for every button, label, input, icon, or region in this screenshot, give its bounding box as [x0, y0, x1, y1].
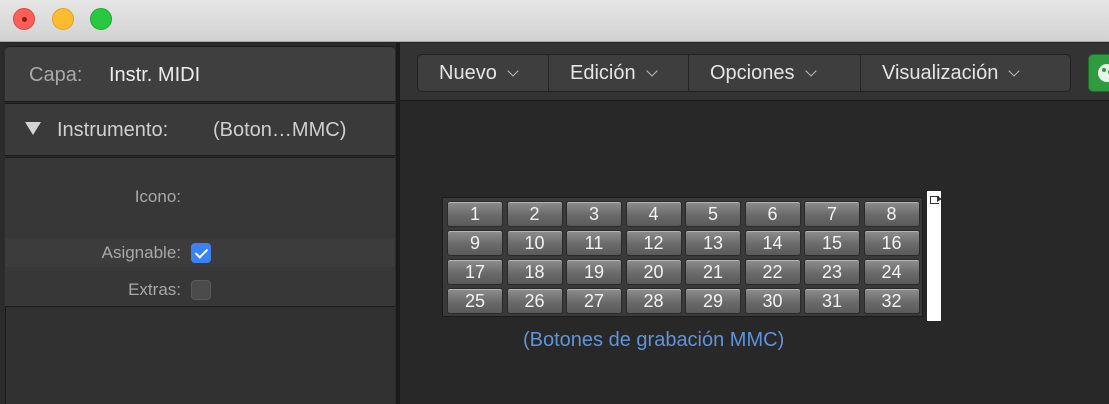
output-port-icon[interactable] — [930, 196, 942, 204]
layer-row[interactable]: Capa: Instr. MIDI — [5, 46, 395, 102]
mmc-track-button[interactable]: 23 — [804, 259, 860, 285]
mmc-track-button[interactable]: 1 — [447, 201, 503, 227]
disclosure-triangle-icon[interactable] — [25, 122, 41, 135]
palette-icon — [1098, 64, 1109, 82]
icon-row: Icono: — [5, 183, 395, 211]
menu-opciones-label: Opciones — [710, 61, 795, 84]
chevron-down-icon — [645, 64, 658, 77]
object-caption: (Botones de grabación MMC) — [523, 329, 785, 351]
mmc-track-button[interactable]: 28 — [625, 288, 682, 314]
menu-nuevo-label: Nuevo — [439, 61, 497, 84]
menu-visualizacion[interactable]: Visualización — [861, 55, 1070, 91]
mmc-track-button[interactable]: 30 — [744, 288, 801, 314]
mmc-track-button[interactable]: 24 — [863, 259, 920, 285]
close-window-button[interactable] — [13, 8, 35, 30]
mmc-track-button[interactable]: 6 — [744, 201, 801, 227]
mmc-track-button[interactable]: 16 — [863, 230, 920, 256]
mmc-track-button[interactable]: 14 — [744, 230, 801, 256]
mmc-track-button[interactable]: 9 — [447, 230, 503, 256]
mmc-track-button[interactable]: 22 — [744, 259, 801, 285]
instrument-header[interactable]: Instrumento: (Boton…MMC) — [5, 103, 395, 156]
environment-canvas[interactable]: 1 2 3 4 5 6 7 8 9 10 11 12 13 14 15 16 17 18 19 20 21 22 23 24 2… — [400, 102, 1109, 404]
mmc-track-button[interactable]: 20 — [625, 259, 682, 285]
menu-edicion[interactable]: Edición — [549, 55, 689, 91]
instrument-value: (Boton…MMC) — [213, 119, 347, 141]
mmc-track-button[interactable]: 17 — [447, 259, 503, 285]
title-bar — [0, 0, 1109, 42]
minimize-window-button[interactable] — [52, 8, 74, 30]
icon-label: Icono: — [134, 187, 181, 206]
mmc-track-button[interactable]: 27 — [566, 288, 622, 314]
assignable-checkbox[interactable] — [191, 243, 211, 263]
mmc-track-button[interactable]: 8 — [863, 201, 920, 227]
object-output-strip — [927, 191, 941, 321]
mmc-track-button[interactable]: 12 — [625, 230, 682, 256]
chevron-down-icon — [804, 64, 817, 77]
mmc-track-button[interactable]: 29 — [685, 288, 741, 314]
environment-toolbar: Nuevo Edición Opciones Visualización — [400, 43, 1109, 101]
inspector-empty-area — [5, 307, 395, 404]
layer-value: Instr. MIDI — [109, 64, 201, 86]
zoom-window-button[interactable] — [90, 8, 112, 30]
mmc-track-button[interactable]: 5 — [685, 201, 741, 227]
menu-visualizacion-label: Visualización — [882, 61, 999, 84]
menu-group: Nuevo Edición Opciones Visualización — [417, 54, 1071, 92]
mmc-track-button[interactable]: 21 — [685, 259, 741, 285]
color-palette-button[interactable] — [1088, 54, 1109, 92]
instrument-parameters: Icono: Asignable: Extras: — [5, 157, 395, 307]
extras-row: Extras: — [5, 276, 395, 304]
mmc-track-button[interactable]: 7 — [804, 201, 860, 227]
mmc-track-button[interactable]: 18 — [506, 259, 563, 285]
menu-edicion-label: Edición — [570, 61, 636, 84]
assignable-row: Asignable: — [5, 239, 395, 267]
inspector-panel: Capa: Instr. MIDI Instrumento: (Boton…MM… — [0, 43, 396, 404]
mmc-track-button[interactable]: 13 — [685, 230, 741, 256]
mmc-track-button[interactable]: 3 — [566, 201, 622, 227]
extras-checkbox[interactable] — [191, 280, 211, 300]
chevron-down-icon — [507, 64, 519, 77]
mmc-track-button[interactable]: 19 — [566, 259, 622, 285]
mmc-track-button[interactable]: 10 — [506, 230, 563, 256]
mmc-track-button[interactable]: 31 — [804, 288, 860, 314]
mmc-track-button[interactable]: 25 — [447, 288, 503, 314]
layer-label: Capa: — [29, 64, 83, 86]
instrument-label: Instrumento: — [57, 119, 169, 141]
extras-label: Extras: — [128, 280, 181, 299]
mmc-track-button[interactable]: 26 — [506, 288, 563, 314]
mmc-track-button[interactable]: 15 — [804, 230, 860, 256]
menu-nuevo[interactable]: Nuevo — [418, 55, 549, 91]
mmc-track-button[interactable]: 4 — [625, 201, 682, 227]
mmc-track-button[interactable]: 32 — [863, 288, 920, 314]
mmc-record-buttons-object[interactable]: 1 2 3 4 5 6 7 8 9 10 11 12 13 14 15 16 17 18 19 20 21 22 23 24 2… — [442, 197, 923, 317]
chevron-down-icon — [1008, 64, 1021, 77]
assignable-label: Asignable: — [101, 243, 181, 262]
mmc-track-button[interactable]: 2 — [506, 201, 563, 227]
mmc-track-button[interactable]: 11 — [566, 230, 622, 256]
menu-opciones[interactable]: Opciones — [689, 55, 861, 91]
